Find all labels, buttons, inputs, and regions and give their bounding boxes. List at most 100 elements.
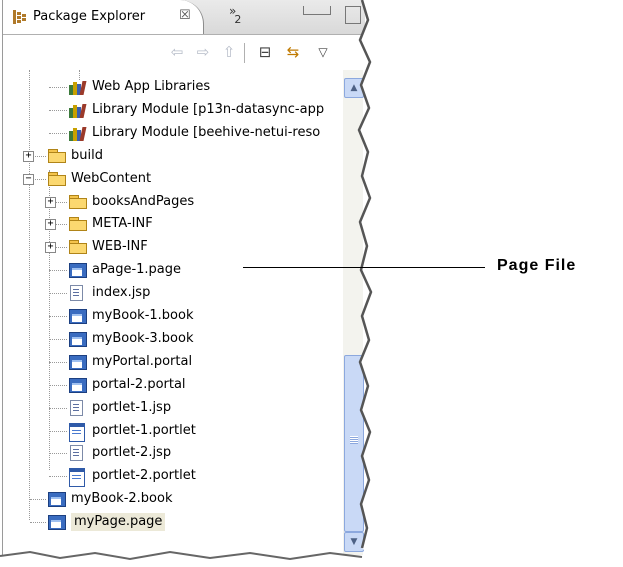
view-menu-icon[interactable]: ▽ <box>313 43 333 61</box>
tree-item-label: Library Module [beehive-netui-reso <box>92 124 321 140</box>
tree-item[interactable]: portal-2.portal <box>69 374 186 396</box>
library-icon <box>69 125 87 141</box>
folder-icon <box>69 239 87 255</box>
tab-label: Package Explorer <box>33 9 146 24</box>
tree-item[interactable]: META-INF <box>69 213 153 235</box>
collapse-all-icon[interactable]: ⊟ <box>255 43 275 61</box>
tree-item[interactable]: myBook-3.book <box>69 328 194 350</box>
view-tab-bar: Package Explorer ☒ »2 <box>3 0 365 35</box>
jsp-icon <box>69 399 87 416</box>
package-explorer-view: Package Explorer ☒ »2 ⇦ ⇨ ⇧ ⊟ ⇆ ▽ Web Ap… <box>2 0 365 555</box>
library-icon <box>69 79 87 95</box>
tree-item-label: Library Module [p13n-datasync-app <box>92 101 325 117</box>
callout-label: Page File <box>497 257 577 274</box>
tree-item-label: WEB-INF <box>92 239 148 255</box>
torn-edge-right <box>357 0 380 567</box>
tree-item-label: WebContent <box>71 170 152 186</box>
page-icon <box>69 308 87 324</box>
tree-item[interactable]: WEB-INF <box>69 236 148 258</box>
tree-item-label: index.jsp <box>92 285 151 301</box>
tree-item-label: myBook-3.book <box>92 330 194 346</box>
tree-item-label: portlet-2.jsp <box>92 445 172 461</box>
tree-item-label: build <box>71 147 103 163</box>
expand-icon[interactable]: + <box>23 150 34 162</box>
tree-item[interactable]: build <box>48 145 103 167</box>
tree-item[interactable]: index.jsp <box>69 282 150 304</box>
forward-arrow-icon[interactable]: ⇨ <box>193 43 213 61</box>
tree-item[interactable]: myPortal.portal <box>69 351 192 373</box>
tree-item[interactable]: myBook-1.book <box>69 305 194 327</box>
tree-connector <box>49 109 67 111</box>
back-arrow-icon[interactable]: ⇦ <box>167 43 187 61</box>
portlet-icon <box>69 468 87 488</box>
up-arrow-icon[interactable]: ⇧ <box>219 43 239 61</box>
tree-item[interactable]: portlet-1.jsp <box>69 397 171 419</box>
tree-item-label: portal-2.portal <box>92 376 186 392</box>
project-tree: Web App Libraries Library Module [p13n-da… <box>3 70 343 555</box>
tree-connector <box>30 499 46 501</box>
tree-item-label: META-INF <box>92 216 153 232</box>
tree-item[interactable]: WebContent <box>48 168 151 190</box>
tree-item[interactable]: portlet-2.jsp <box>69 442 171 464</box>
tree-item-label: myPage.page <box>71 513 166 532</box>
tree-item[interactable]: Web App Libraries <box>69 76 210 98</box>
tab-package-explorer[interactable]: Package Explorer ☒ <box>3 0 204 34</box>
tree-connector <box>30 522 46 524</box>
toolbar-divider <box>244 43 245 63</box>
folder-icon <box>69 194 87 210</box>
tree-connector <box>49 132 67 134</box>
hidden-tab-count: 2 <box>234 13 242 26</box>
tree-item[interactable]: Library Module [beehive-netui-reso <box>69 122 320 144</box>
package-explorer-icon <box>13 10 26 24</box>
folder-icon <box>48 148 66 164</box>
expand-icon[interactable]: + <box>45 219 56 231</box>
tree-item-label: portlet-2.portlet <box>92 468 196 484</box>
callout-leader-line <box>243 267 485 268</box>
tree-item-label: portlet-1.jsp <box>92 399 172 415</box>
jsp-icon <box>69 445 87 462</box>
folder-icon <box>69 216 87 232</box>
expand-icon[interactable]: + <box>45 196 56 208</box>
library-icon <box>69 102 87 118</box>
page-icon <box>48 514 66 531</box>
tree-item[interactable]: Library Module [p13n-datasync-app <box>69 99 324 121</box>
tree-item[interactable]: portlet-2.portlet <box>69 465 196 488</box>
collapse-icon[interactable]: − <box>23 173 34 185</box>
tree-item-label: portlet-1.portlet <box>92 422 196 438</box>
tree-item-label: myPortal.portal <box>92 353 193 369</box>
tree-connector <box>49 407 67 409</box>
view-toolbar: ⇦ ⇨ ⇧ ⊟ ⇆ ▽ <box>3 35 365 69</box>
tree-connector <box>49 270 67 272</box>
tab-overflow-button[interactable]: »2 <box>229 4 243 26</box>
jsp-icon <box>69 285 87 302</box>
tree-item-label: myBook-2.book <box>71 491 173 507</box>
page-icon <box>69 377 87 393</box>
torn-edge-bottom <box>0 548 390 567</box>
tree-connector <box>49 87 67 88</box>
tree-connector <box>49 361 67 363</box>
tree-connector <box>49 430 67 432</box>
link-with-editor-icon[interactable]: ⇆ <box>283 43 303 61</box>
tree-item[interactable]: portlet-1.portlet <box>69 420 196 442</box>
tree-item-label: myBook-1.book <box>92 308 194 323</box>
tree-item-label: aPage-1.page <box>92 262 182 278</box>
page-icon <box>69 262 87 279</box>
tree-connector <box>49 476 67 478</box>
tree-item-label: booksAndPages <box>92 193 195 209</box>
close-icon[interactable]: ☒ <box>179 8 191 23</box>
expand-icon[interactable]: + <box>45 242 56 254</box>
page-icon <box>69 354 87 370</box>
tree-item[interactable]: myBook-2.book <box>48 488 173 510</box>
tree-item[interactable]: aPage-1.page <box>69 259 181 281</box>
tree-connector <box>49 316 67 317</box>
tree-item[interactable]: booksAndPages <box>69 191 194 213</box>
tree-connector <box>49 293 67 295</box>
page-icon <box>48 491 66 508</box>
minimize-button[interactable] <box>303 6 331 15</box>
folder-icon <box>48 171 66 187</box>
tree-connector <box>49 384 67 386</box>
tree-item[interactable]: myPage.page <box>48 511 166 533</box>
portlet-icon <box>69 422 87 442</box>
tree-connector <box>49 453 67 455</box>
page-icon <box>69 331 87 347</box>
